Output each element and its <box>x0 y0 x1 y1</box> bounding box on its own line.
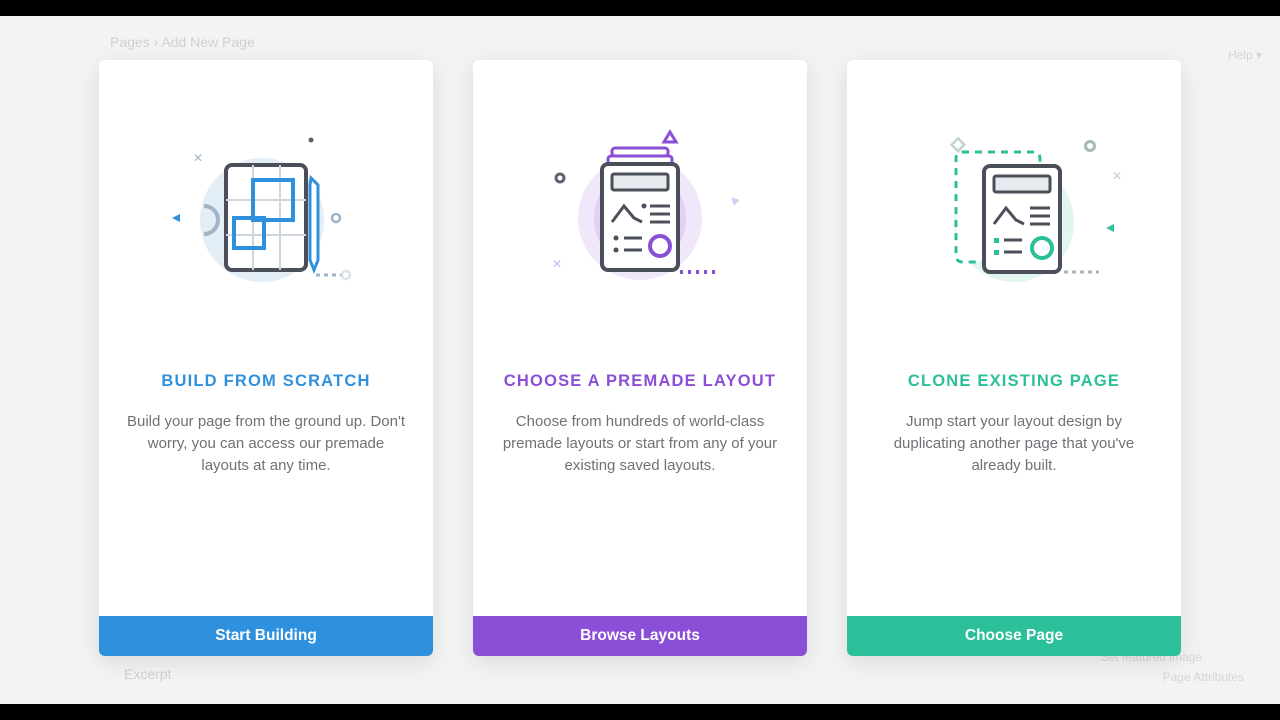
clone-title: Clone Existing Page <box>908 372 1120 391</box>
premade-description: Choose from hundreds of world-class prem… <box>473 411 807 476</box>
card-clone-page: ✕ Clone Existing Page Jump start your la… <box>847 60 1181 656</box>
svg-text:✕: ✕ <box>193 151 203 165</box>
choose-page-button[interactable]: Choose Page <box>847 616 1181 656</box>
bg-breadcrumb: Pages › Add New Page <box>110 34 255 50</box>
premade-title: Choose A Premade Layout <box>504 372 776 391</box>
scratch-title: Build From Scratch <box>161 372 370 391</box>
clone-icon: ✕ <box>894 110 1134 310</box>
scratch-illustration: ✕ <box>99 60 433 360</box>
start-building-button[interactable]: Start Building <box>99 616 433 656</box>
browse-layouts-button[interactable]: Browse Layouts <box>473 616 807 656</box>
card-build-from-scratch: ✕ Build From Scratch Build your page fro… <box>99 60 433 656</box>
premade-illustration: ✕ <box>473 60 807 360</box>
svg-text:✕: ✕ <box>552 257 562 271</box>
clone-description: Jump start your layout design by duplica… <box>847 411 1181 476</box>
option-cards-row: ✕ Build From Scratch Build your page fro… <box>0 60 1280 682</box>
scratch-icon: ✕ <box>146 110 386 310</box>
scratch-description: Build your page from the ground up. Don'… <box>99 411 433 476</box>
svg-text:✕: ✕ <box>1112 169 1122 183</box>
premade-icon: ✕ <box>520 110 760 310</box>
clone-illustration: ✕ <box>847 60 1181 360</box>
card-premade-layout: ✕ Choose A Premade Layout Choose from hu… <box>473 60 807 656</box>
